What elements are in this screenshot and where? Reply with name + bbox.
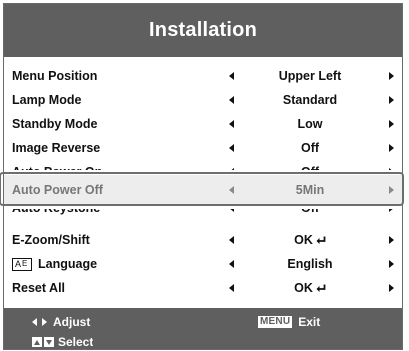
adjust-hint: Adjust bbox=[32, 314, 90, 330]
menu-row-reset-all[interactable]: Reset All OK bbox=[4, 277, 402, 299]
row-label: Image Reverse bbox=[12, 141, 101, 155]
row-label: Standby Mode bbox=[12, 117, 98, 131]
language-icon-a: A bbox=[15, 258, 22, 269]
row-value: Off bbox=[240, 209, 380, 219]
row-value: English bbox=[287, 257, 333, 271]
menu-row-auto-power-on[interactable]: Auto Power On Off bbox=[4, 161, 402, 170]
menu-row-auto-power-off[interactable]: Auto Power Off 5Min bbox=[4, 175, 402, 205]
triangle-right-icon[interactable] bbox=[386, 89, 396, 111]
row-value: OK bbox=[294, 233, 313, 247]
menu-key-icon: MENU bbox=[258, 316, 293, 328]
enter-return-icon bbox=[316, 284, 326, 292]
menu-title: Installation bbox=[4, 4, 402, 57]
installation-menu: Installation Menu Position Upper Left La… bbox=[3, 3, 403, 350]
row-label: Language bbox=[38, 257, 98, 271]
row-inner: Auto Power On Off bbox=[4, 161, 402, 170]
row-value: Upper Left bbox=[278, 69, 342, 83]
select-hint: Select bbox=[32, 335, 93, 349]
menu-row-language[interactable]: AE Language English bbox=[4, 253, 402, 275]
select-label: Select bbox=[58, 335, 94, 349]
enter-return-icon bbox=[316, 236, 326, 244]
adjust-label: Adjust bbox=[53, 315, 91, 329]
row-value: Low bbox=[297, 117, 323, 131]
triangle-left-icon bbox=[32, 318, 37, 326]
triangle-right-icon[interactable] bbox=[386, 137, 396, 159]
row-label: Reset All bbox=[12, 281, 66, 295]
row-label: Lamp Mode bbox=[12, 93, 82, 107]
triangle-left-icon[interactable] bbox=[226, 161, 236, 170]
menu-row-standby-mode[interactable]: Standby Mode Low bbox=[4, 113, 402, 135]
row-value: OK bbox=[294, 281, 313, 295]
triangle-right-icon[interactable] bbox=[386, 277, 396, 299]
row-label: Auto Keystone bbox=[12, 209, 100, 219]
triangle-right-icon[interactable] bbox=[386, 209, 396, 219]
menu-row-menu-position[interactable]: Menu Position Upper Left bbox=[4, 65, 402, 87]
down-key-icon bbox=[44, 337, 54, 347]
row-value: Off bbox=[240, 161, 380, 170]
row-value: 5Min bbox=[295, 183, 325, 197]
triangle-left-icon[interactable] bbox=[226, 137, 236, 159]
row-value: Standard bbox=[282, 93, 338, 107]
triangle-left-icon[interactable] bbox=[226, 209, 236, 219]
triangle-right-icon[interactable] bbox=[386, 113, 396, 135]
row-value-wrap: OK bbox=[240, 229, 380, 251]
triangle-left-icon[interactable] bbox=[226, 65, 236, 87]
menu-row-auto-keystone[interactable]: Auto Keystone Off bbox=[4, 209, 402, 219]
triangle-left-icon[interactable] bbox=[226, 113, 236, 135]
triangle-left-icon[interactable] bbox=[226, 253, 236, 275]
triangle-left-icon[interactable] bbox=[226, 175, 236, 205]
menu-row-e-zoom-shift[interactable]: E-Zoom/Shift OK bbox=[4, 229, 402, 251]
row-label: Auto Power On bbox=[12, 161, 102, 170]
triangle-left-icon[interactable] bbox=[226, 277, 236, 299]
row-label-wrap: AE Language bbox=[12, 253, 97, 275]
triangle-right-icon bbox=[42, 318, 47, 326]
language-icon-e: E bbox=[22, 258, 28, 268]
language-icon: AE bbox=[12, 257, 32, 271]
triangle-right-icon[interactable] bbox=[386, 175, 396, 205]
up-key-icon bbox=[32, 337, 42, 347]
menu-list: Menu Position Upper Left Lamp Mode Stand… bbox=[4, 57, 402, 310]
row-label: E-Zoom/Shift bbox=[12, 233, 90, 247]
row-label: Auto Power Off bbox=[12, 183, 103, 197]
row-value: Off bbox=[300, 141, 320, 155]
exit-label: Exit bbox=[298, 315, 321, 329]
footer-help-bar: Adjust MENU Exit Select bbox=[4, 308, 402, 349]
menu-row-image-reverse[interactable]: Image Reverse Off bbox=[4, 137, 402, 159]
row-value-wrap: OK bbox=[240, 277, 380, 299]
triangle-right-icon[interactable] bbox=[386, 161, 396, 170]
triangle-right-icon[interactable] bbox=[386, 253, 396, 275]
triangle-right-icon[interactable] bbox=[386, 65, 396, 87]
menu-row-lamp-mode[interactable]: Lamp Mode Standard bbox=[4, 89, 402, 111]
row-label: Menu Position bbox=[12, 69, 98, 83]
triangle-left-icon[interactable] bbox=[226, 229, 236, 251]
row-inner: Auto Keystone Off bbox=[4, 209, 402, 219]
exit-hint: MENU Exit bbox=[258, 314, 320, 330]
triangle-left-icon[interactable] bbox=[226, 89, 236, 111]
triangle-right-icon[interactable] bbox=[386, 229, 396, 251]
